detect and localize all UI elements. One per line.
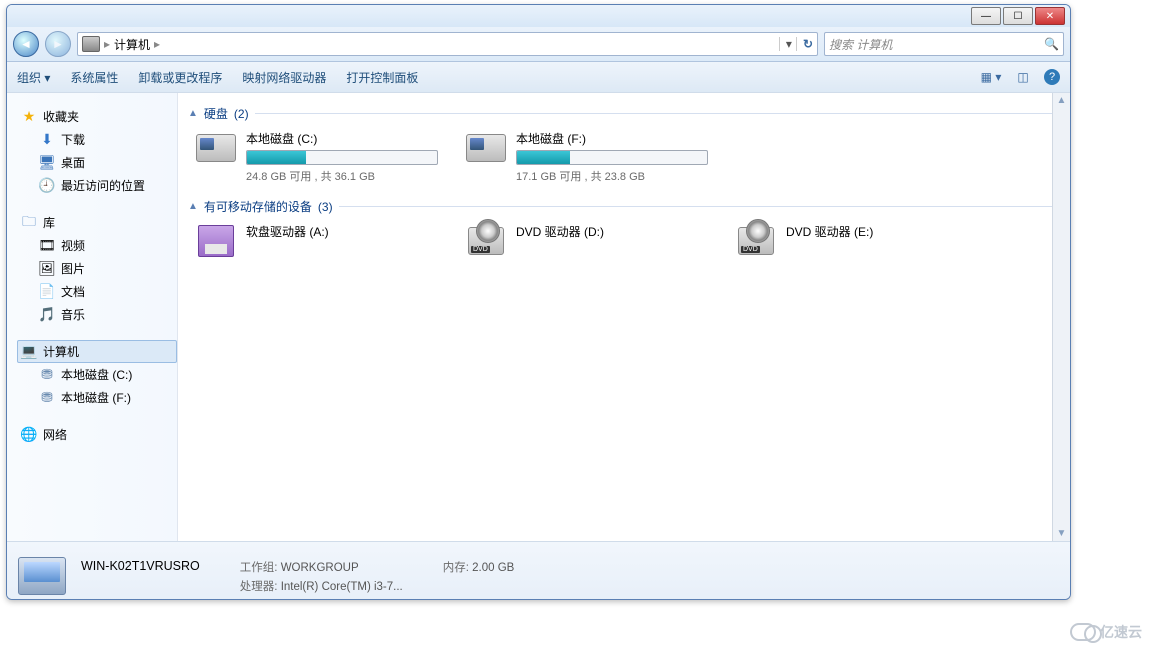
details-pane: WIN-K02T1VRUSRO 工作组: WORKGROUP 处理器: Inte…	[7, 541, 1070, 600]
system-properties-button[interactable]: 系统属性	[70, 69, 118, 86]
watermark: 亿速云	[1070, 622, 1142, 642]
sidebar-documents[interactable]: 📄文档	[35, 280, 177, 303]
sidebar-desktop[interactable]: 🖥桌面	[35, 151, 177, 174]
sidebar-favorites-header[interactable]: ★收藏夹	[17, 105, 177, 128]
control-panel-button[interactable]: 打开控制面板	[346, 69, 418, 86]
sidebar-local-disk-f[interactable]: ⛃本地磁盘 (F:)	[35, 386, 177, 409]
address-dropdown[interactable]: ▾	[779, 37, 792, 51]
preview-pane-icon[interactable]: ◫	[1012, 69, 1034, 85]
drive-f[interactable]: 本地磁盘 (F:) 17.1 GB 可用 , 共 23.8 GB	[466, 130, 706, 184]
sidebar-videos[interactable]: 🎞视频	[35, 234, 177, 257]
nav-bar: ◄ ► ▸ 计算机 ▸ ▾ ↻ 搜索 计算机 🔍	[7, 27, 1070, 62]
drive-dvd-e[interactable]: DVD DVD 驱动器 (E:)	[736, 223, 976, 259]
computer-name: WIN-K02T1VRUSRO	[81, 559, 200, 573]
music-icon: 🎵	[39, 307, 55, 323]
sidebar-computer-header[interactable]: 💻计算机	[17, 340, 177, 363]
sidebar: ★收藏夹 ⬇下载 🖥桌面 🕘最近访问的位置 🗀库 🎞视频 🖼图片 📄文档 🎵音乐…	[7, 93, 178, 541]
address-bar[interactable]: ▸ 计算机 ▸ ▾ ↻	[77, 32, 818, 56]
refresh-button[interactable]: ↻	[796, 37, 813, 51]
scrollbar[interactable]: ▲▼	[1052, 93, 1070, 541]
sidebar-music[interactable]: 🎵音乐	[35, 303, 177, 326]
minimize-button[interactable]: —	[971, 7, 1001, 25]
search-placeholder: 搜索 计算机	[829, 36, 892, 53]
title-bar: — ☐ ✕	[7, 5, 1070, 27]
drive-icon: ⛃	[39, 367, 55, 383]
document-icon: 📄	[39, 284, 55, 300]
hdd-icon	[466, 134, 506, 162]
star-icon: ★	[21, 109, 37, 125]
group-hard-drives[interactable]: ▲ 硬盘 (2)	[188, 105, 1060, 122]
drive-floppy-a[interactable]: 软盘驱动器 (A:)	[196, 223, 436, 259]
sidebar-network-header[interactable]: 🌐网络	[17, 423, 177, 446]
close-button[interactable]: ✕	[1035, 7, 1065, 25]
group-removable[interactable]: ▲ 有可移动存储的设备 (3)	[188, 198, 1060, 215]
forward-button[interactable]: ►	[45, 31, 71, 57]
uninstall-button[interactable]: 卸载或更改程序	[138, 69, 222, 86]
pc-icon	[18, 557, 66, 595]
search-icon: 🔍	[1044, 37, 1059, 51]
toolbar: 组织 ▾ 系统属性 卸载或更改程序 映射网络驱动器 打开控制面板 ▦ ▾ ◫ ?	[7, 62, 1070, 93]
watermark-icon	[1070, 623, 1096, 641]
sidebar-libraries-header[interactable]: 🗀库	[17, 211, 177, 234]
drive-c[interactable]: 本地磁盘 (C:) 24.8 GB 可用 , 共 36.1 GB	[196, 130, 436, 184]
drive-icon: ⛃	[39, 390, 55, 406]
dvd-icon: DVD	[738, 227, 774, 255]
collapse-icon: ▲	[188, 201, 198, 212]
drive-dvd-d[interactable]: DVD DVD 驱动器 (D:)	[466, 223, 706, 259]
maximize-button[interactable]: ☐	[1003, 7, 1033, 25]
recent-icon: 🕘	[39, 178, 55, 194]
library-icon: 🗀	[21, 215, 37, 231]
usage-bar	[246, 150, 438, 165]
desktop-icon: 🖥	[39, 155, 55, 171]
sidebar-recent[interactable]: 🕘最近访问的位置	[35, 174, 177, 197]
dvd-icon: DVD	[468, 227, 504, 255]
hdd-icon	[196, 134, 236, 162]
collapse-icon: ▲	[188, 108, 198, 119]
back-button[interactable]: ◄	[13, 31, 39, 57]
network-icon: 🌐	[21, 427, 37, 443]
breadcrumb-segment[interactable]: 计算机	[114, 36, 150, 53]
computer-icon	[82, 36, 100, 52]
help-icon[interactable]: ?	[1044, 69, 1060, 85]
search-input[interactable]: 搜索 计算机 🔍	[824, 32, 1064, 56]
organize-menu[interactable]: 组织 ▾	[17, 69, 50, 86]
floppy-icon	[198, 225, 234, 257]
picture-icon: 🖼	[39, 261, 55, 277]
map-drive-button[interactable]: 映射网络驱动器	[242, 69, 326, 86]
view-options-icon[interactable]: ▦ ▾	[980, 69, 1002, 85]
sidebar-local-disk-c[interactable]: ⛃本地磁盘 (C:)	[35, 363, 177, 386]
sidebar-pictures[interactable]: 🖼图片	[35, 257, 177, 280]
sidebar-downloads[interactable]: ⬇下载	[35, 128, 177, 151]
download-icon: ⬇	[39, 132, 55, 148]
usage-bar	[516, 150, 708, 165]
explorer-window: — ☐ ✕ ◄ ► ▸ 计算机 ▸ ▾ ↻ 搜索 计算机 🔍 组织 ▾ 系统属性…	[6, 4, 1071, 600]
content-pane: ▲▼ ▲ 硬盘 (2) 本地磁盘 (C:) 24.8 GB 可用 , 共 36.…	[178, 93, 1070, 541]
computer-icon: 💻	[21, 344, 37, 360]
video-icon: 🎞	[39, 238, 55, 254]
